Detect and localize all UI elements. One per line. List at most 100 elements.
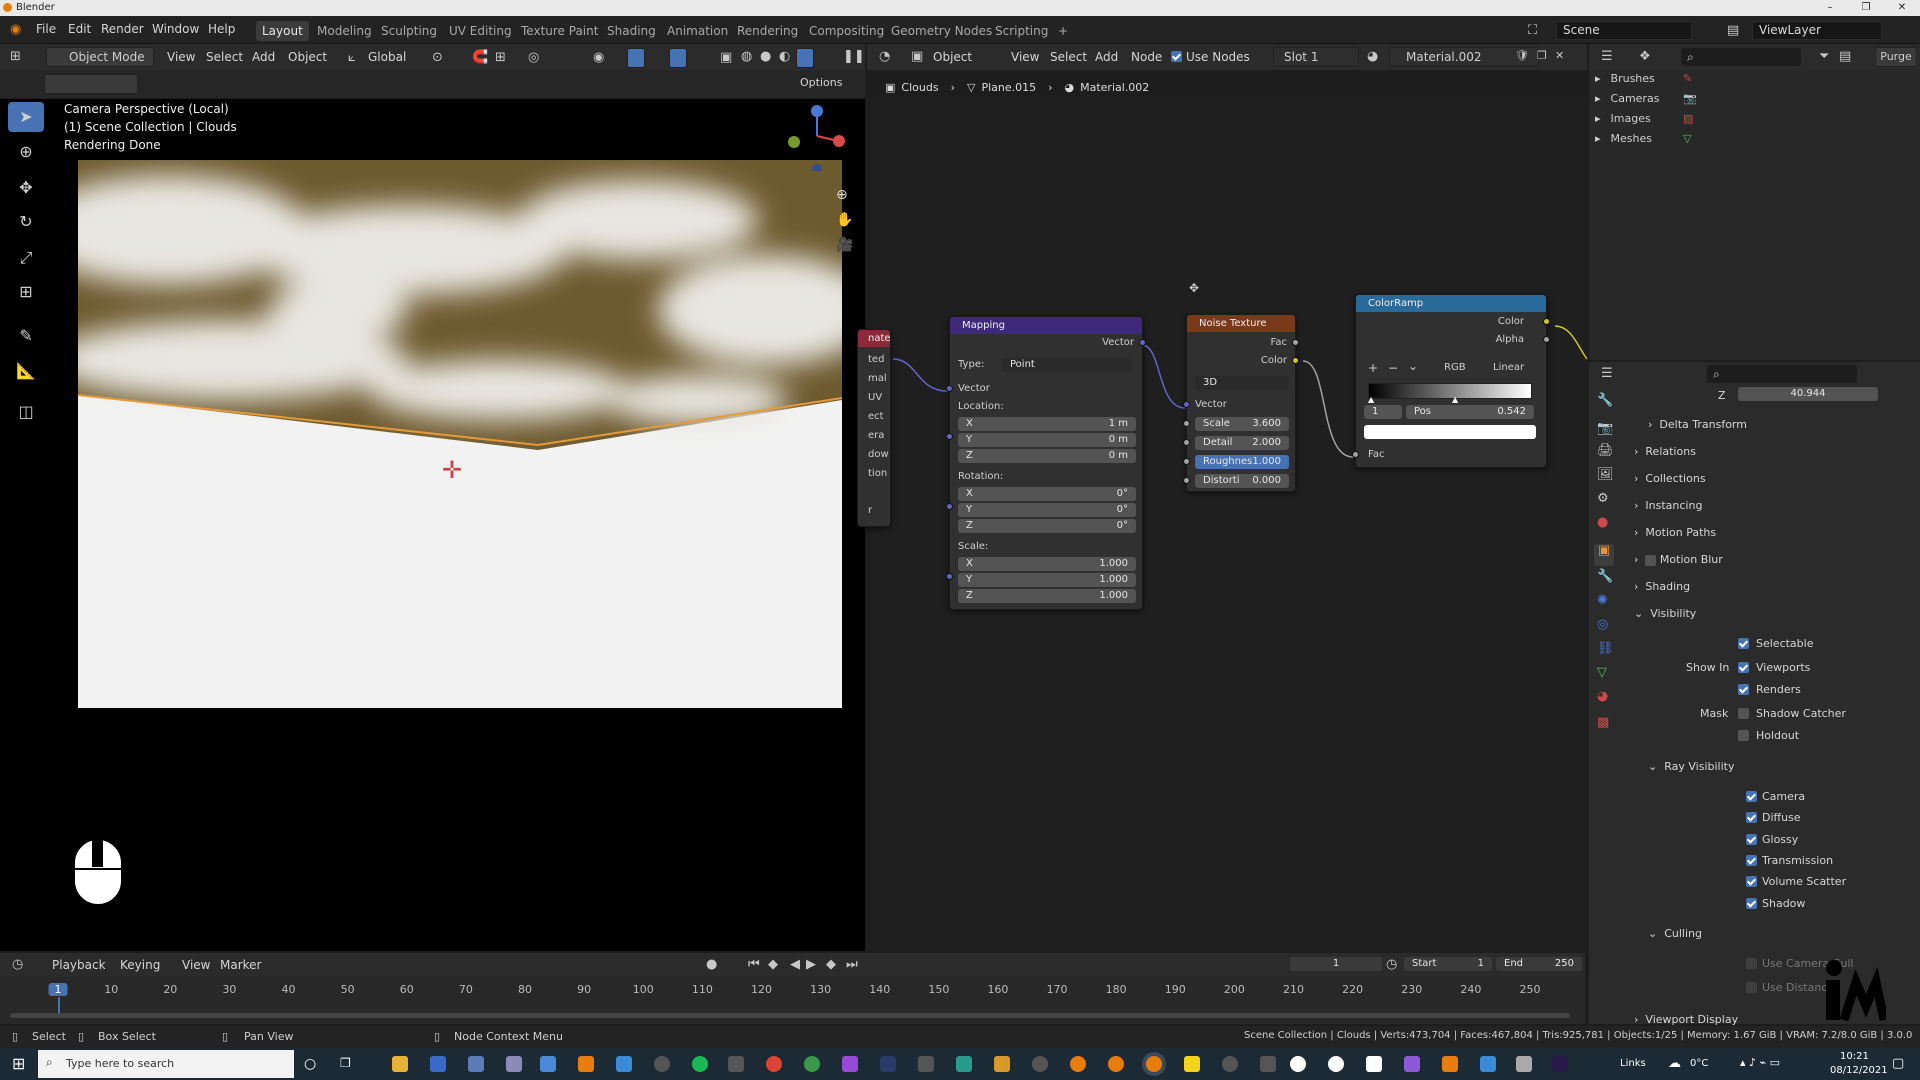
next-keyframe-icon[interactable]: ◆ [826,958,836,971]
transform-tool-icon[interactable]: ⊞ [8,277,44,307]
section-collections[interactable]: › Collections [1634,472,1706,485]
measure-tool-icon[interactable]: 📐 [8,356,44,386]
timeline-menu-marker[interactable]: Marker [220,958,261,972]
add-workspace-button[interactable]: + [1052,21,1074,41]
notifications-icon[interactable]: ▢ [1892,1056,1904,1071]
material-tab-icon[interactable]: ◕ [1597,690,1608,703]
record-icon[interactable]: ● [706,958,717,971]
use-camera-cull-checkbox[interactable] [1746,958,1757,969]
mapping-node[interactable]: Mapping Vector Type: Point Vector Locati… [946,316,1146,610]
scale-y-field[interactable]: Y 1.000 [958,573,1136,587]
node-menu-add[interactable]: Add [1095,50,1118,64]
maximize-button[interactable]: ❐ [1848,0,1884,16]
rotation-y-field[interactable]: Y 0° [958,503,1136,517]
options-dropdown[interactable]: Options [800,76,842,89]
texture-tab-icon[interactable]: ▩ [1597,716,1609,729]
view-layer-selector[interactable]: ViewLayer [1752,21,1882,40]
tab-animation[interactable]: Animation [661,21,734,41]
tab-geometry-nodes[interactable]: Geometry Nodes [885,21,998,41]
view-layer-tab-icon[interactable]: 🖼 [1597,468,1614,481]
editor-type-icon[interactable]: ⊞ [10,50,21,63]
output-tab-icon[interactable]: 🖨 [1597,444,1614,457]
unreal-icon[interactable] [1328,1056,1344,1072]
cursor-tool-icon[interactable]: ⊕ [8,137,44,167]
pivot-icon[interactable]: ⊙ [432,51,443,64]
tab-modeling[interactable]: Modeling [311,21,378,41]
scene-icon[interactable]: ⛶ [1528,24,1537,37]
noise-detail-field[interactable]: Detail 2.000 [1195,436,1289,450]
stop-position-field[interactable]: Pos 0.542 [1406,405,1534,419]
app-icon[interactable] [804,1056,820,1072]
node-menu-select[interactable]: Select [1050,50,1087,64]
blender-taskbar-icon[interactable] [578,1056,594,1072]
app-icon[interactable] [430,1056,446,1072]
gizmo-toggle-icon[interactable] [627,48,645,68]
tab-sculpting[interactable]: Sculpting [375,21,443,41]
app-icon[interactable] [1442,1056,1458,1072]
app-icon[interactable] [918,1056,934,1072]
list-item[interactable]: ▸ Brushes ✎ [1595,72,1795,85]
navigation-gizmo[interactable] [780,101,850,171]
interpolation-dropdown[interactable]: Linear [1493,362,1524,373]
file-explorer-icon[interactable] [392,1056,408,1072]
preview-range-icon[interactable]: ◷ [1386,958,1397,971]
proportional-edit-icon[interactable]: ◎ [528,51,539,64]
viewport-menu-select[interactable]: Select [206,50,243,64]
rotate-tool-icon[interactable]: ↻ [8,207,44,237]
viewport-menu-add[interactable]: Add [252,50,275,64]
cloud-icon[interactable]: ☁ [1668,1056,1681,1071]
tab-layout[interactable]: Layout [256,21,309,41]
timeline-menu-playback[interactable]: Playback [52,958,106,972]
colorramp-node[interactable]: ColorRamp Color Alpha + − ⌄ RGB Linear ▲… [1352,294,1550,468]
stop-index-field[interactable]: 1 [1364,405,1402,419]
chrome-icon[interactable] [766,1056,782,1072]
remove-stop-button[interactable]: − [1388,361,1398,375]
app-icon[interactable] [1404,1056,1420,1072]
viewport-menu-object[interactable]: Object [288,50,327,64]
scale-socket[interactable] [946,573,953,580]
cortana-icon[interactable]: ○ [304,1056,320,1072]
timeline-menu-view[interactable]: View [182,958,210,972]
timeline-scrollbar[interactable] [10,1013,1570,1018]
colorramp-alpha-socket[interactable] [1543,336,1550,343]
node-editor[interactable]: ▣ Clouds › ▽ Plane.015 › ◕ Material.002 … [857,81,1587,951]
noise-dimensions-dropdown[interactable]: 3D [1195,376,1289,390]
prev-keyframe-icon[interactable]: ◆ [768,958,778,971]
taskbar-links[interactable]: Links [1620,1058,1646,1069]
noise-roughness-field[interactable]: Roughnes 1.000 [1195,455,1289,469]
ray-diffuse-checkbox[interactable] [1746,812,1757,823]
noise-vector-socket[interactable] [1183,401,1190,408]
world-tab-icon[interactable]: ● [1597,516,1608,529]
scene-selector[interactable]: Scene [1556,21,1692,40]
mapping-type-dropdown[interactable]: Point [1002,358,1132,372]
menu-edit[interactable]: Edit [68,22,91,36]
texture-coordinate-node[interactable]: nate ted mal UV ect era dow tion r [857,329,891,527]
tab-shading[interactable]: Shading [601,21,662,41]
use-distance-checkbox[interactable] [1746,982,1757,993]
object-tab-icon[interactable]: ▣ [1594,544,1614,566]
holdout-checkbox[interactable] [1738,730,1749,741]
app-icon[interactable] [1222,1056,1238,1072]
app-icon[interactable] [842,1056,858,1072]
transform-orientation-icon[interactable]: ⟀ [348,51,356,64]
constraints-tab-icon[interactable]: ⛓ [1597,642,1614,655]
ray-camera-checkbox[interactable] [1746,791,1757,802]
noise-fac-socket[interactable] [1292,339,1299,346]
app-icon[interactable] [1184,1056,1200,1072]
end-frame-field[interactable]: End 250 [1496,957,1582,971]
rotation-x-field[interactable]: X 0° [958,487,1136,501]
list-item[interactable]: ▸ Cameras 📷 [1595,92,1795,105]
ray-volume-scatter-checkbox[interactable] [1746,876,1757,887]
new-collection-icon[interactable]: ▤ [1839,50,1851,63]
pan-hand-icon[interactable]: ✋ [836,212,853,228]
start-frame-field[interactable]: Start 1 [1404,957,1492,971]
duplicate-material-icon[interactable]: ❐ [1537,50,1547,61]
rotation-socket[interactable] [946,503,953,510]
camera-view-icon[interactable]: 🎥 [836,237,853,253]
current-frame-field[interactable]: 1 [1290,957,1382,971]
blender-active-taskbar-icon[interactable] [1146,1056,1162,1072]
particles-tab-icon[interactable]: ✺ [1597,594,1608,607]
snap-icon[interactable]: 🧲 [472,51,488,64]
object-type-icon[interactable]: ▣ [911,50,923,63]
colorramp-menu-button[interactable]: ⌄ [1408,359,1418,373]
